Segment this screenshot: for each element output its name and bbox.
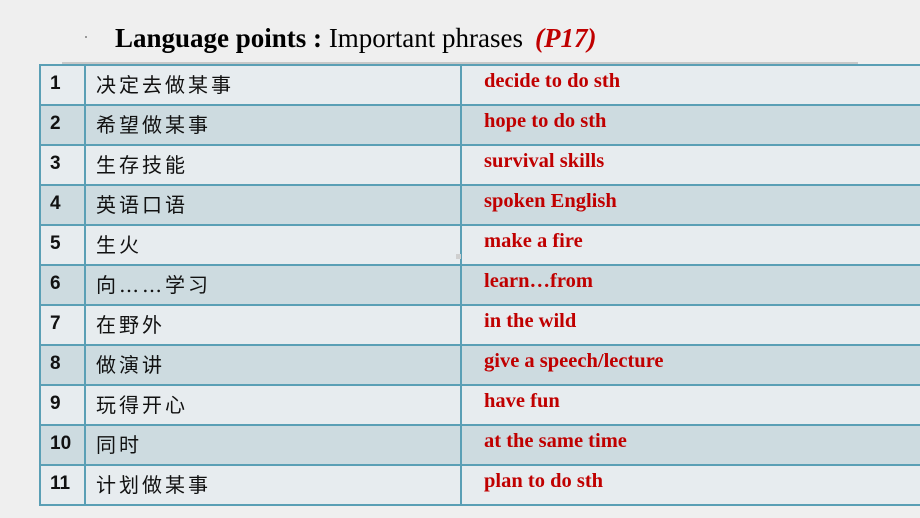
row-number: 9 <box>39 384 86 426</box>
english-phrase: at the same time <box>460 424 920 466</box>
table-row: 7 在野外 in the wild <box>39 304 920 346</box>
english-phrase: hope to do sth <box>460 104 920 146</box>
table-row: 9 玩得开心 have fun <box>39 384 920 426</box>
chinese-phrase: 玩得开心 <box>84 384 462 426</box>
row-number: 2 <box>39 104 86 146</box>
slide-title: Language points : Important phrases (P17) <box>115 20 597 56</box>
chinese-phrase: 决定去做某事 <box>84 64 462 106</box>
english-phrase: in the wild <box>460 304 920 346</box>
phrases-table: 1 决定去做某事 decide to do sth 2 希望做某事 hope t… <box>39 64 920 506</box>
title-bold-part: Language points : <box>115 23 323 53</box>
bullet-dot <box>85 36 87 38</box>
table-row: 2 希望做某事 hope to do sth <box>39 104 920 146</box>
chinese-phrase: 生火 <box>84 224 462 266</box>
row-number: 10 <box>39 424 86 466</box>
table-row: 4 英语口语 spoken English <box>39 184 920 226</box>
row-number: 5 <box>39 224 86 266</box>
table-row: 10 同时 at the same time <box>39 424 920 466</box>
chinese-phrase: 同时 <box>84 424 462 466</box>
chinese-phrase: 计划做某事 <box>84 464 462 506</box>
chinese-phrase: 在野外 <box>84 304 462 346</box>
row-number: 11 <box>39 464 86 506</box>
chinese-phrase: 做演讲 <box>84 344 462 386</box>
row-number: 1 <box>39 64 86 106</box>
row-number: 3 <box>39 144 86 186</box>
row-number: 7 <box>39 304 86 346</box>
decorative-marker <box>456 254 461 259</box>
row-number: 8 <box>39 344 86 386</box>
row-number: 6 <box>39 264 86 306</box>
table-row: 3 生存技能 survival skills <box>39 144 920 186</box>
english-phrase: give a speech/lecture <box>460 344 920 386</box>
chinese-phrase: 生存技能 <box>84 144 462 186</box>
english-phrase: spoken English <box>460 184 920 226</box>
english-phrase: learn…from <box>460 264 920 306</box>
table-row: 11 计划做某事 plan to do sth <box>39 464 920 506</box>
title-normal-part: Important phrases <box>322 23 524 53</box>
chinese-phrase: 希望做某事 <box>84 104 462 146</box>
english-phrase: plan to do sth <box>460 464 920 506</box>
english-phrase: decide to do sth <box>460 64 920 106</box>
page-reference: (P17) <box>535 23 597 53</box>
table-row: 6 向……学习 learn…from <box>39 264 920 306</box>
chinese-phrase: 向……学习 <box>84 264 462 306</box>
table-row: 8 做演讲 give a speech/lecture <box>39 344 920 386</box>
english-phrase: survival skills <box>460 144 920 186</box>
row-number: 4 <box>39 184 86 226</box>
table-row: 1 决定去做某事 decide to do sth <box>39 64 920 106</box>
table-row: 5 生火 make a fire <box>39 224 920 266</box>
chinese-phrase: 英语口语 <box>84 184 462 226</box>
english-phrase: have fun <box>460 384 920 426</box>
english-phrase: make a fire <box>460 224 920 266</box>
